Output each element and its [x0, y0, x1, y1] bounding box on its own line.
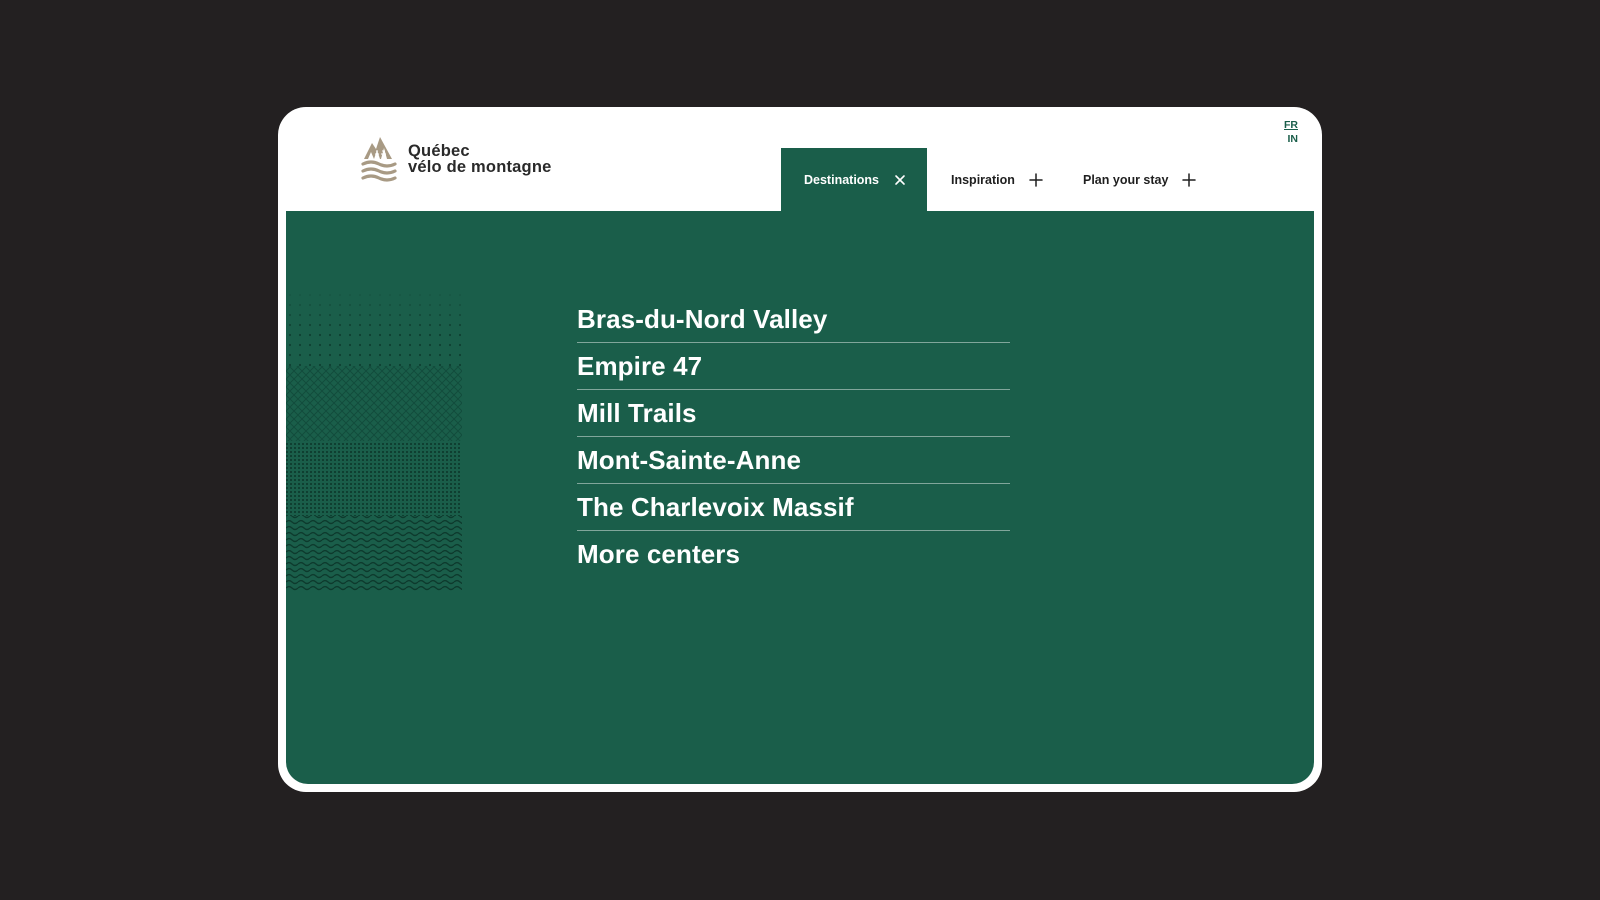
destinations-menu-panel: Bras-du-Nord Valley Empire 47 Mill Trail…: [286, 211, 1314, 784]
destinations-list: Bras-du-Nord Valley Empire 47 Mill Trail…: [577, 296, 1010, 578]
nav-inspiration-label: Inspiration: [951, 172, 1015, 187]
plus-icon[interactable]: [1029, 172, 1043, 187]
brand-line-1: Québec: [408, 142, 470, 160]
main-nav: Destinations Inspiration Plan your stay: [781, 148, 1197, 211]
brand-name: Québec vélo de montagne: [408, 142, 552, 176]
browser-frame: Québec vélo de montagne FR IN Destinatio…: [278, 107, 1322, 792]
nav-destinations-label: Destinations: [804, 172, 880, 187]
brand-line-2: vélo de montagne: [408, 158, 552, 176]
language-fr-link[interactable]: FR: [1284, 118, 1298, 132]
plus-icon[interactable]: [1182, 172, 1197, 187]
nav-inspiration[interactable]: Inspiration: [927, 148, 1063, 211]
destination-link[interactable]: Mont-Sainte-Anne: [577, 437, 1010, 484]
nav-plan-your-stay[interactable]: Plan your stay: [1063, 148, 1197, 211]
logo-mountain-icon: [361, 137, 397, 182]
destination-link[interactable]: Bras-du-Nord Valley: [577, 296, 1010, 343]
site-header: Québec vélo de montagne FR IN Destinatio…: [278, 107, 1322, 211]
close-icon[interactable]: [893, 173, 907, 187]
destination-link[interactable]: Empire 47: [577, 343, 1010, 390]
language-switcher: FR IN: [1284, 118, 1298, 146]
more-centers-link[interactable]: More centers: [577, 531, 1010, 578]
decorative-pattern: [286, 291, 462, 591]
language-in-link[interactable]: IN: [1284, 132, 1299, 146]
destination-link[interactable]: Mill Trails: [577, 390, 1010, 437]
destination-link[interactable]: The Charlevoix Massif: [577, 484, 1010, 531]
nav-destinations[interactable]: Destinations: [781, 148, 927, 211]
site-logo[interactable]: Québec vélo de montagne: [360, 133, 551, 185]
nav-plan-label: Plan your stay: [1083, 172, 1169, 187]
